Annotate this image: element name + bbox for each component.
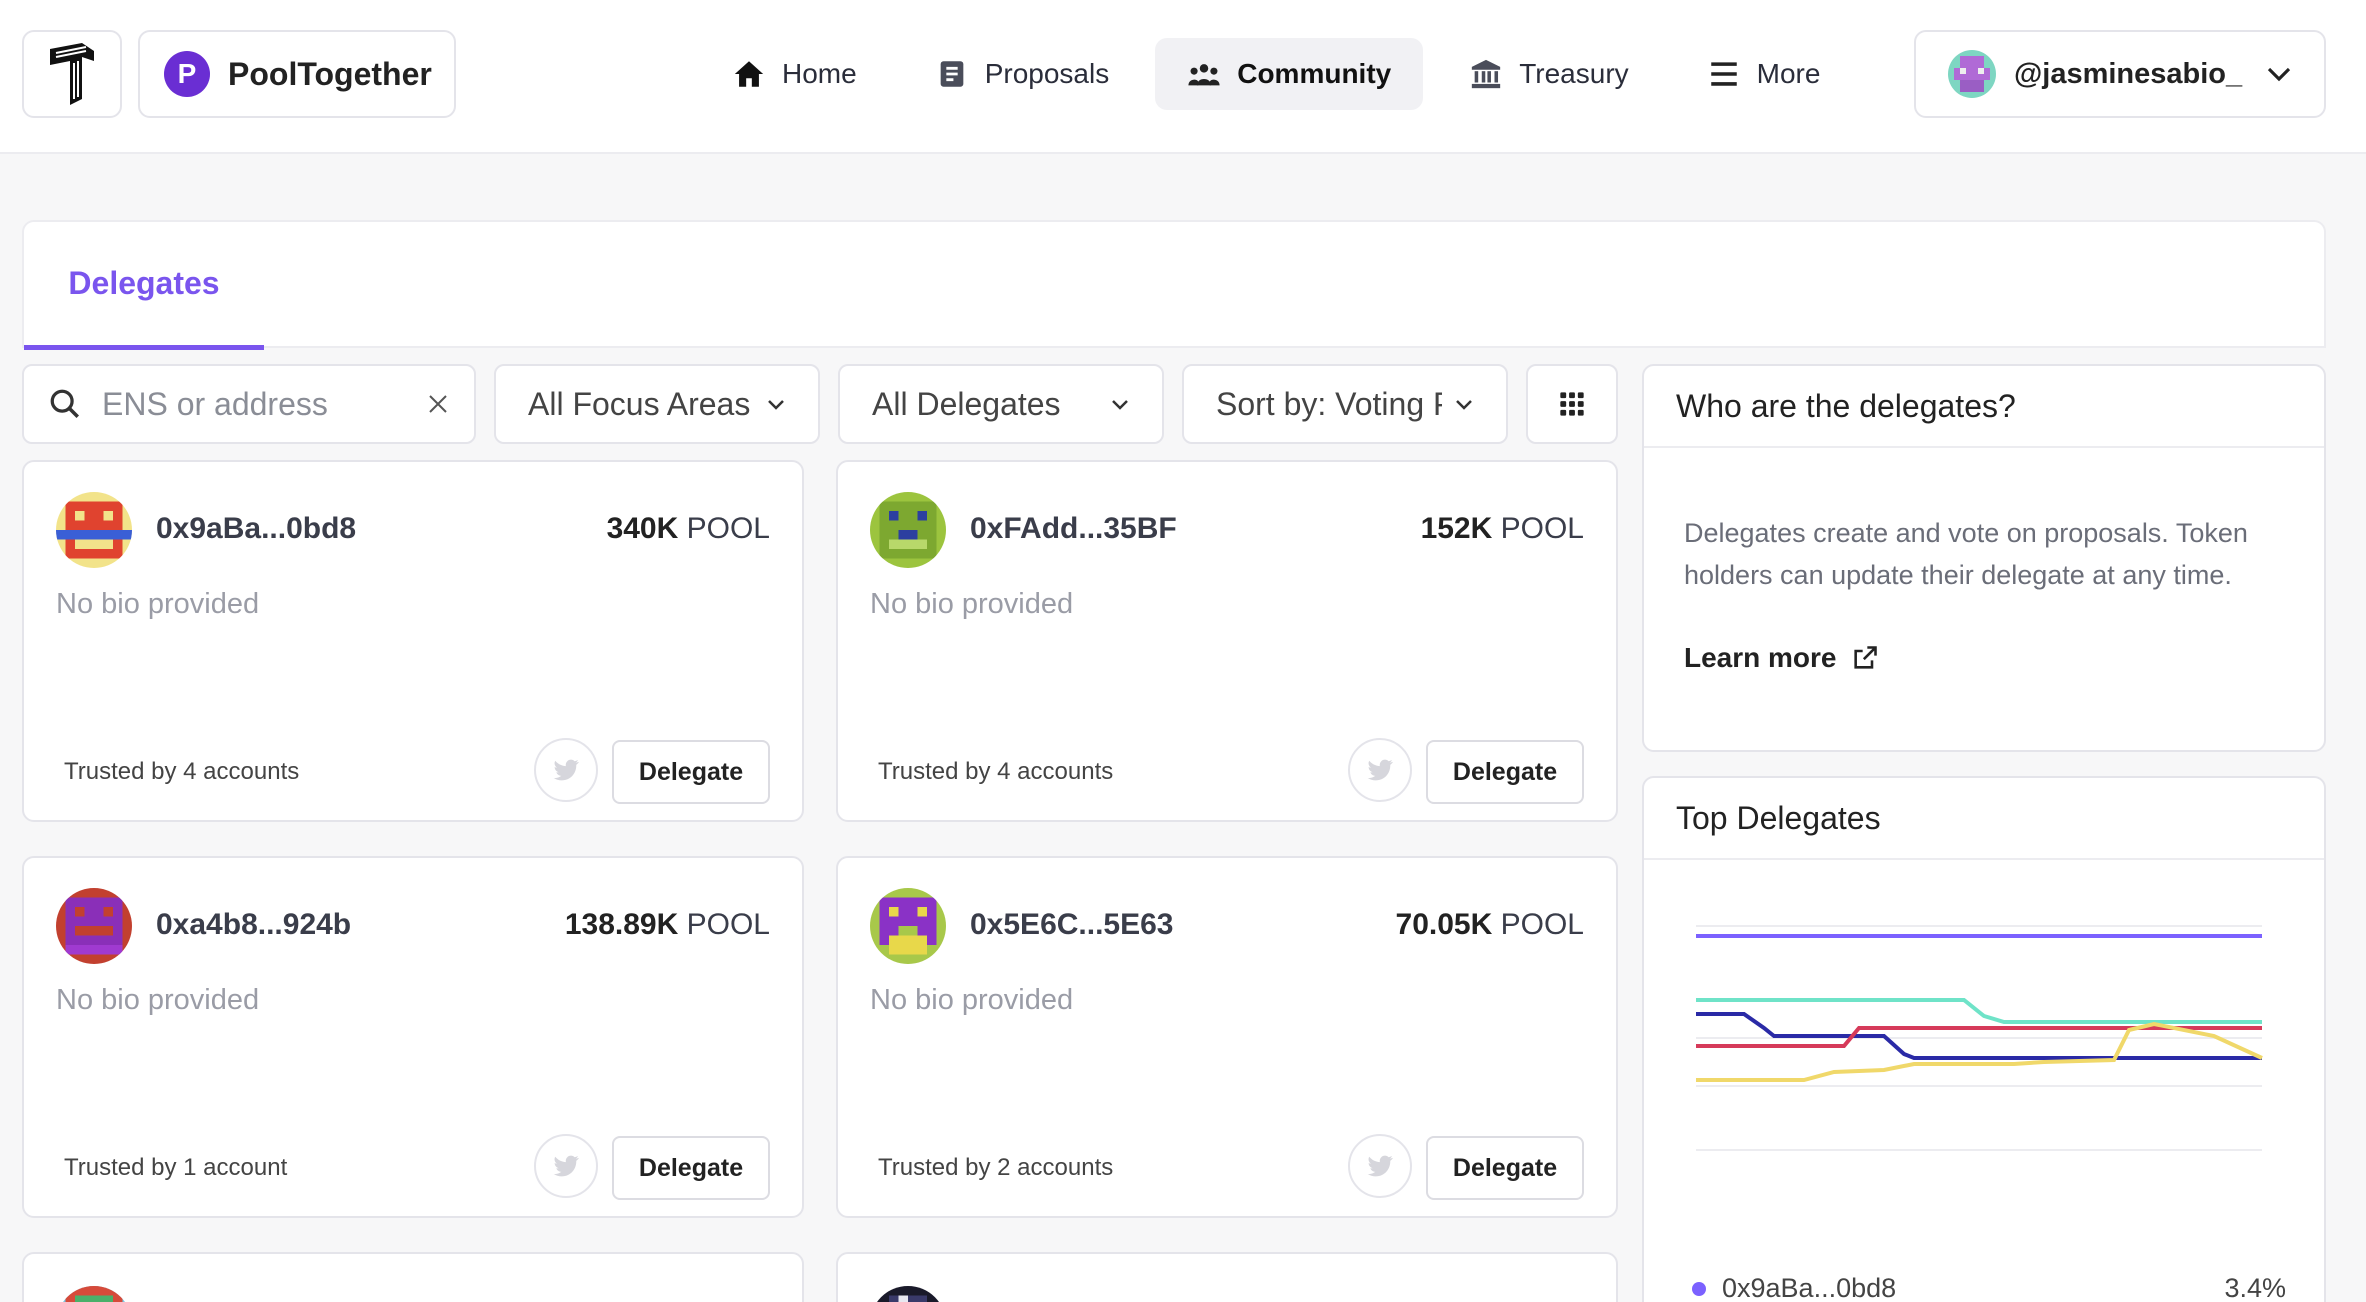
delegate-card[interactable]	[836, 1252, 1618, 1302]
delegate-avatar	[870, 1286, 946, 1302]
trusted-count: Trusted by 4 accounts	[64, 758, 300, 785]
nav-treasury-label: Treasury	[1519, 58, 1629, 89]
learn-more-label: Learn more	[1684, 642, 1837, 673]
chevron-down-icon	[1112, 400, 1128, 410]
search-box	[22, 364, 476, 444]
trusted-count: Trusted by 1 account	[64, 1154, 288, 1181]
info-panel-text: Delegates create and vote on proposals. …	[1684, 518, 2248, 590]
learn-more-link[interactable]: Learn more	[1684, 642, 1879, 674]
delegate-bio: No bio provided	[870, 984, 1074, 1016]
delegate-avatar	[56, 492, 132, 568]
voting-power: 70.05K POOL	[1395, 908, 1584, 941]
series-line-yellow	[1696, 1021, 2263, 1082]
grid-icon	[1560, 392, 1584, 416]
user-avatar	[1948, 50, 1996, 98]
delegate-address[interactable]: 0xFAdd...35BF	[970, 512, 1177, 546]
hamburger-icon	[1710, 62, 1737, 86]
pooltogether-logo-icon: P	[164, 51, 210, 97]
home-icon	[734, 61, 764, 87]
chevron-down-icon	[768, 400, 784, 410]
twitter-button[interactable]	[534, 1134, 598, 1198]
twitter-button[interactable]	[1348, 1134, 1412, 1198]
delegates-info-panel: Who are the delegates? Delegates create …	[1642, 364, 2326, 752]
user-menu[interactable]: @jasminesabio_	[1914, 30, 2326, 118]
twitter-button[interactable]	[1348, 738, 1412, 802]
delegate-address[interactable]: 0x5E6C...5E63	[970, 908, 1173, 942]
tally-logo-icon	[50, 43, 94, 105]
delegate-avatar	[870, 888, 946, 964]
info-panel-title: Who are the delegates?	[1644, 366, 2324, 448]
dao-name: PoolTogether	[228, 55, 432, 92]
chevron-down-icon	[2267, 67, 2291, 82]
delegate-button[interactable]: Delegate	[1426, 740, 1584, 804]
delegates-filter-dropdown[interactable]: All Delegates	[838, 364, 1164, 444]
top-delegates-panel: Top Delegates 0x9aBa...0bd8 3.4%	[1642, 776, 2326, 1302]
series-line-teal	[1696, 998, 2262, 1024]
delegates-filter-value: All Delegates	[872, 385, 1061, 422]
legend-dot	[1692, 1281, 1706, 1296]
legend-percent: 3.4%	[2224, 1273, 2286, 1302]
sort-value: Sort by: Voting Power	[1216, 385, 1442, 422]
twitter-icon	[553, 759, 579, 781]
nav-home-label: Home	[782, 58, 857, 89]
nav-proposals-label: Proposals	[984, 58, 1110, 89]
chevron-down-icon	[1456, 400, 1472, 410]
nav-more-label: More	[1756, 58, 1821, 89]
top-delegates-chart	[1696, 925, 2263, 1151]
legend-name: 0x9aBa...0bd8	[1722, 1273, 1897, 1302]
nav-community[interactable]: Community	[1155, 38, 1424, 110]
focus-areas-value: All Focus Areas	[528, 385, 751, 422]
close-icon[interactable]	[426, 392, 450, 416]
delegate-card[interactable]	[22, 1252, 804, 1302]
dao-selector[interactable]: P PoolTogether	[138, 30, 456, 118]
twitter-button[interactable]	[534, 738, 598, 802]
twitter-icon	[553, 1155, 579, 1177]
nav-treasury[interactable]: Treasury	[1437, 38, 1660, 110]
voting-power: 138.89K POOL	[564, 908, 770, 941]
nav-community-label: Community	[1237, 58, 1392, 89]
delegate-bio: No bio provided	[56, 588, 260, 620]
delegate-button[interactable]: Delegate	[1426, 1136, 1584, 1200]
delegate-avatar	[870, 492, 946, 568]
delegate-avatar	[56, 1286, 132, 1302]
document-icon	[940, 61, 964, 87]
voting-power: 152K POOL	[1420, 512, 1584, 545]
people-icon	[1188, 64, 1220, 86]
delegate-card[interactable]: 0xa4b8...924b 138.89K POOL No bio provid…	[22, 856, 804, 1218]
twitter-icon	[1367, 1155, 1393, 1177]
legend-item: 0x9aBa...0bd8 3.4%	[1692, 1273, 2286, 1302]
bank-icon	[1472, 59, 1501, 89]
nav-proposals[interactable]: Proposals	[903, 38, 1142, 110]
user-handle: @jasminesabio_	[2014, 57, 2243, 90]
app-logo[interactable]	[22, 30, 122, 118]
delegate-card[interactable]: 0x5E6C...5E63 70.05K POOL No bio provide…	[836, 856, 1618, 1218]
top-header: P PoolTogether Home Proposals Community …	[0, 0, 2366, 154]
top-delegates-title: Top Delegates	[1644, 778, 2324, 860]
tabs-bar: Delegates	[22, 220, 2326, 350]
delegate-address[interactable]: 0xa4b8...924b	[156, 908, 351, 942]
delegate-bio: No bio provided	[870, 588, 1074, 620]
delegate-button[interactable]: Delegate	[612, 1136, 770, 1200]
trusted-count: Trusted by 2 accounts	[878, 1154, 1114, 1181]
delegate-card[interactable]: 0xFAdd...35BF 152K POOL No bio provided …	[836, 460, 1618, 822]
external-link-icon	[1853, 646, 1877, 669]
delegate-bio: No bio provided	[56, 984, 260, 1016]
focus-areas-dropdown[interactable]: All Focus Areas	[494, 364, 820, 444]
nav-home[interactable]: Home	[700, 38, 889, 110]
tab-delegates[interactable]: Delegates	[24, 222, 264, 350]
delegate-address[interactable]: 0x9aBa...0bd8	[156, 512, 356, 546]
delegate-card[interactable]: 0x9aBa...0bd8 340K POOL No bio provided …	[22, 460, 804, 822]
nav-more[interactable]: More	[1675, 38, 1853, 110]
voting-power: 340K POOL	[606, 512, 770, 545]
twitter-icon	[1367, 759, 1393, 781]
search-input[interactable]	[102, 385, 406, 423]
search-icon	[50, 389, 80, 419]
grid-view-button[interactable]	[1526, 364, 1618, 444]
trusted-count: Trusted by 4 accounts	[878, 758, 1114, 785]
main-nav: Home Proposals Community Treasury More	[700, 38, 1852, 110]
sort-dropdown[interactable]: Sort by: Voting Power	[1182, 364, 1508, 444]
delegate-button[interactable]: Delegate	[612, 740, 770, 804]
delegate-avatar	[56, 888, 132, 964]
